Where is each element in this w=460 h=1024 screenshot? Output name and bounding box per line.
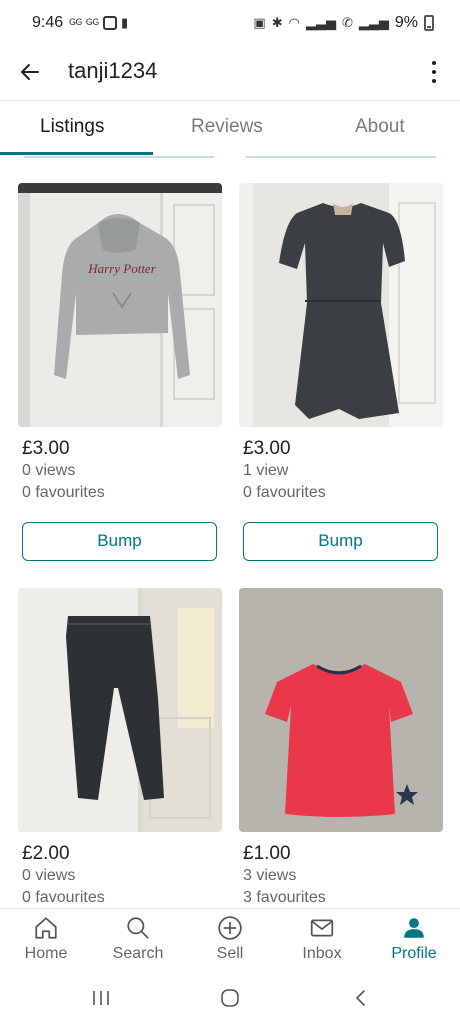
tab-reviews[interactable]: Reviews bbox=[191, 116, 263, 138]
status-time: 9:46 bbox=[32, 14, 64, 31]
bump-button[interactable]: Bump bbox=[243, 522, 438, 561]
page-title: tanji1234 bbox=[68, 58, 158, 83]
status-bar: 9:46 ᴳᴳ ᴳᴳ ▮ ▣ ✱ ◠ ▂▃▅ ✆ ▂▃▅ 9% bbox=[0, 0, 460, 50]
nav-home[interactable]: Home bbox=[6, 915, 86, 963]
sim-icon: ᴳᴳ bbox=[69, 15, 83, 31]
listing-views: 0 views bbox=[22, 867, 76, 884]
jeans-image bbox=[18, 588, 222, 832]
app-bar: tanji1234 bbox=[0, 48, 460, 98]
back-system-button[interactable] bbox=[352, 988, 368, 1014]
bump-button[interactable]: Bump bbox=[22, 522, 217, 561]
listing-card[interactable] bbox=[239, 588, 443, 832]
home-circle-icon bbox=[221, 989, 239, 1007]
listing-price: £3.00 bbox=[22, 438, 70, 459]
signal-icon: ▂▃▅ bbox=[305, 15, 336, 30]
listing-favourites: 3 favourites bbox=[243, 889, 326, 906]
recent-apps-icon bbox=[93, 991, 109, 1005]
chevron-left-icon bbox=[355, 990, 365, 1006]
nav-profile[interactable]: Profile bbox=[374, 915, 454, 963]
wifi-icon: ◠ bbox=[288, 15, 300, 30]
listing-card[interactable]: Harry Potter bbox=[18, 183, 222, 427]
dress-image bbox=[239, 183, 443, 427]
nav-search[interactable]: Search bbox=[98, 915, 178, 963]
listing-price: £1.00 bbox=[243, 843, 291, 864]
listing-views: 0 views bbox=[22, 462, 76, 479]
listing-card[interactable] bbox=[18, 588, 222, 832]
person-icon bbox=[404, 918, 424, 938]
listing-views: 1 view bbox=[243, 462, 289, 479]
nav-inbox-label: Inbox bbox=[302, 945, 342, 962]
status-left: 9:46 ᴳᴳ ᴳᴳ ▮ bbox=[32, 14, 128, 32]
tshirt-image bbox=[239, 588, 443, 832]
hoodie-image: Harry Potter bbox=[18, 183, 222, 427]
bottom-navigation: Home Search Sell Inbox Profile bbox=[0, 908, 460, 978]
search-icon bbox=[127, 917, 149, 939]
bluetooth-icon: ✱ bbox=[271, 15, 283, 30]
home-system-button[interactable] bbox=[220, 988, 240, 1014]
back-button[interactable] bbox=[12, 54, 48, 90]
alert-icon: ▮ bbox=[120, 15, 129, 30]
listing-price: £2.00 bbox=[22, 843, 70, 864]
listing-views: 3 views bbox=[243, 867, 297, 884]
listing-favourites: 0 favourites bbox=[22, 484, 105, 501]
tab-underline-hint bbox=[246, 156, 436, 158]
battery-icon bbox=[424, 15, 434, 31]
mail-icon bbox=[310, 919, 334, 937]
plus-circle-icon bbox=[218, 916, 242, 940]
nav-sell[interactable]: Sell bbox=[190, 915, 270, 963]
listing-photo[interactable] bbox=[18, 588, 222, 832]
header-divider bbox=[0, 100, 460, 101]
signal-icon: ▂▃▅ bbox=[358, 15, 389, 30]
image-icon bbox=[102, 16, 117, 30]
listing-photo[interactable] bbox=[239, 588, 443, 832]
wifi-call-icon: ✆ bbox=[341, 15, 353, 30]
listing-favourites: 0 favourites bbox=[22, 889, 105, 906]
nav-profile-label: Profile bbox=[391, 945, 437, 962]
profile-tabs: Listings Reviews About bbox=[0, 102, 460, 158]
tab-underline-hint bbox=[24, 156, 214, 158]
status-right: ▣ ✱ ◠ ▂▃▅ ✆ ▂▃▅ 9% bbox=[253, 14, 434, 32]
more-options-button[interactable] bbox=[422, 54, 446, 90]
nav-home-label: Home bbox=[24, 945, 68, 962]
hoodie-print: Harry Potter bbox=[87, 261, 156, 276]
listing-photo[interactable]: Harry Potter bbox=[18, 183, 222, 427]
battery-percent: 9% bbox=[394, 14, 418, 31]
more-vertical-icon bbox=[432, 61, 436, 65]
listing-card[interactable] bbox=[239, 183, 443, 427]
tab-active-indicator bbox=[0, 152, 153, 155]
system-navigation-bar bbox=[0, 978, 460, 1024]
sim-icon: ᴳᴳ bbox=[86, 15, 99, 31]
nav-sell-label: Sell bbox=[216, 945, 244, 962]
nav-search-label: Search bbox=[112, 945, 164, 962]
notification-icons: ᴳᴳ ᴳᴳ ▮ bbox=[69, 15, 128, 31]
tab-listings[interactable]: Listings bbox=[40, 116, 104, 138]
listing-price: £3.00 bbox=[243, 438, 291, 459]
tab-about[interactable]: About bbox=[355, 116, 405, 138]
arrow-left-icon bbox=[21, 64, 39, 80]
recent-apps-button[interactable] bbox=[90, 988, 112, 1014]
home-icon bbox=[35, 917, 57, 939]
battery-saver-icon: ▣ bbox=[253, 15, 266, 30]
nav-inbox[interactable]: Inbox bbox=[282, 915, 362, 963]
listing-favourites: 0 favourites bbox=[243, 484, 326, 501]
listing-photo[interactable] bbox=[239, 183, 443, 427]
